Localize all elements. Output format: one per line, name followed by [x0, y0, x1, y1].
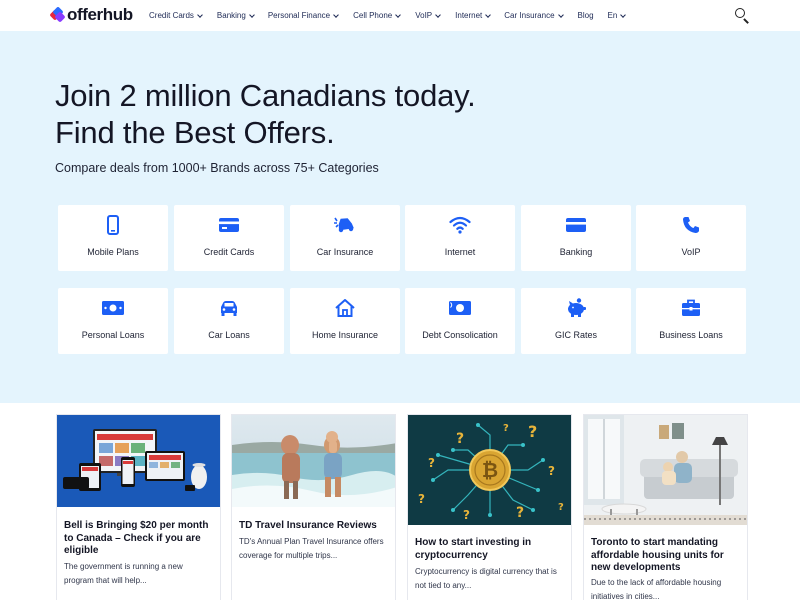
svg-text:?: ?	[516, 505, 524, 521]
money-bill-icon	[58, 298, 168, 318]
main-menu: Credit Cards Banking Personal Finance Ce…	[149, 0, 627, 31]
svg-text:?: ?	[548, 464, 555, 478]
chevron-down-icon	[197, 11, 203, 18]
article-excerpt: Cryptocurrency is digital currency that …	[415, 567, 557, 590]
svg-text:?: ?	[558, 502, 564, 513]
search-button[interactable]	[734, 7, 750, 24]
category-banking[interactable]: Banking	[521, 205, 631, 271]
hero-headline: Join 2 million Canadians today. Find the…	[55, 77, 476, 151]
nav-internet[interactable]: Internet	[455, 11, 492, 20]
hero-subheadline: Compare deals from 1000+ Brands across 7…	[55, 161, 379, 175]
car-icon	[174, 298, 284, 318]
beach-family-image	[232, 415, 395, 507]
bitcoin-circuit-image: ₿ ??? ??? ???	[408, 415, 571, 525]
svg-text:?: ?	[463, 508, 470, 522]
mobile-phone-icon	[58, 215, 168, 235]
article-title: How to start investing in cryptocurrency	[415, 537, 532, 561]
category-car-insurance[interactable]: Car Insurance	[290, 205, 400, 271]
chevron-down-icon	[620, 11, 627, 18]
phone-handset-icon	[636, 215, 746, 235]
chevron-down-icon	[248, 11, 255, 18]
nav-banking[interactable]: Banking	[217, 11, 255, 20]
category-mobile-plans[interactable]: Mobile Plans	[58, 205, 168, 271]
category-debt-consolication[interactable]: Debt Consolication	[405, 288, 515, 354]
nav-credit-cards[interactable]: Credit Cards	[149, 11, 203, 20]
category-voip[interactable]: VoIP	[636, 205, 746, 271]
category-internet[interactable]: Internet	[405, 205, 515, 271]
article-excerpt: The government is running a new program …	[64, 562, 183, 585]
wifi-icon	[405, 215, 515, 235]
article-card[interactable]: Bell is Bringing $20 per month to Canada…	[56, 414, 221, 600]
nav-car-insurance[interactable]: Car Insurance	[504, 11, 564, 20]
svg-text:?: ?	[428, 456, 435, 470]
nav-voip[interactable]: VoIP	[415, 11, 441, 20]
svg-text:?: ?	[418, 492, 425, 506]
article-excerpt: TD's Annual Plan Travel Insurance offers…	[239, 537, 384, 560]
chevron-down-icon	[395, 11, 402, 18]
article-card[interactable]: Toronto to start mandating affordable ho…	[583, 414, 748, 600]
nav-personal-finance[interactable]: Personal Finance	[268, 11, 339, 20]
cash-icon	[405, 298, 515, 318]
article-card[interactable]: ₿ ??? ??? ??? How to start investing in …	[407, 414, 572, 600]
piggy-bank-icon	[521, 298, 631, 318]
offerhub-logo-icon	[49, 6, 66, 23]
hero-section: Join 2 million Canadians today. Find the…	[0, 31, 800, 403]
hero-headline-line2: Find the Best Offers.	[55, 115, 335, 150]
car-crash-icon	[290, 215, 400, 235]
category-credit-cards[interactable]: Credit Cards	[174, 205, 284, 271]
svg-text:?: ?	[528, 422, 537, 441]
article-card[interactable]: TD Travel Insurance Reviews TD's Annual …	[231, 414, 396, 600]
offerhub-logo[interactable]: offerhub	[49, 5, 133, 24]
category-home-insurance[interactable]: Home Insurance	[290, 288, 400, 354]
svg-text:₿: ₿	[482, 458, 498, 482]
article-title: TD Travel Insurance Reviews	[239, 520, 377, 531]
home-icon	[290, 298, 400, 318]
category-personal-loans[interactable]: Personal Loans	[58, 288, 168, 354]
nav-blog[interactable]: Blog	[578, 11, 594, 20]
article-title: Bell is Bringing $20 per month to Canada…	[64, 520, 209, 556]
nav-cell-phone[interactable]: Cell Phone	[353, 11, 402, 20]
article-excerpt: Due to the lack of affordable housing in…	[591, 578, 722, 600]
category-gic-rates[interactable]: GIC Rates	[521, 288, 631, 354]
chevron-down-icon	[485, 11, 492, 18]
category-business-loans[interactable]: Business Loans	[636, 288, 746, 354]
language-selector[interactable]: En	[608, 11, 627, 20]
credit-card-icon	[174, 215, 284, 235]
living-room-image	[584, 415, 747, 525]
svg-text:?: ?	[503, 423, 509, 434]
chevron-down-icon	[435, 11, 441, 18]
top-navbar: offerhub Credit Cards Banking Personal F…	[0, 0, 800, 31]
category-car-loans[interactable]: Car Loans	[174, 288, 284, 354]
svg-text:?: ?	[456, 431, 464, 447]
hero-headline-line1: Join 2 million Canadians today.	[55, 78, 476, 113]
article-title: Toronto to start mandating affordable ho…	[591, 537, 724, 573]
bank-card-icon	[521, 215, 631, 235]
devices-on-blue-image	[57, 415, 220, 507]
chevron-down-icon	[557, 11, 564, 18]
briefcase-icon	[636, 298, 746, 318]
chevron-down-icon	[333, 11, 339, 18]
brand-name: offerhub	[67, 5, 133, 24]
